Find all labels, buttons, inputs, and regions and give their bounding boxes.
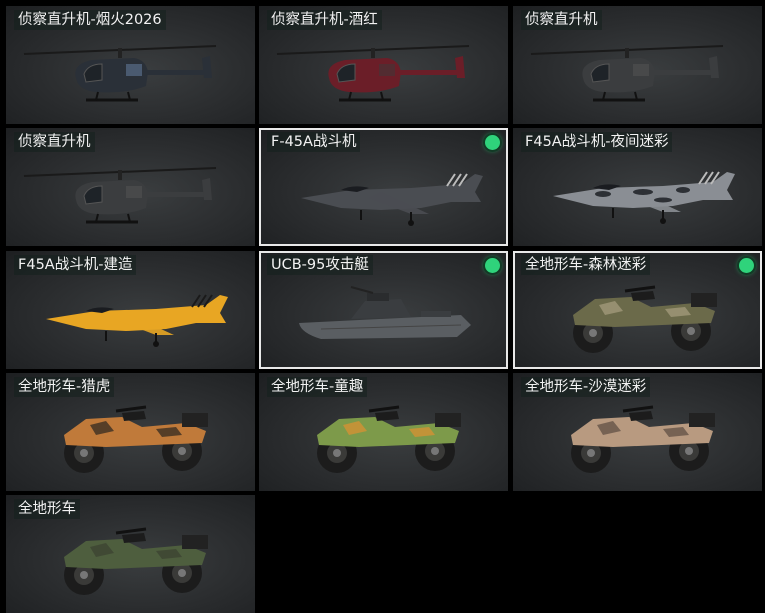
equipped-dot-icon xyxy=(739,258,754,273)
vehicle-title: 侦察直升机 xyxy=(521,10,602,30)
vehicle-title: 侦察直升机 xyxy=(14,132,95,152)
vehicle-card[interactable]: F-45A战斗机 xyxy=(259,128,508,246)
vehicle-grid: 侦察直升机-烟火2026 侦察直升机-酒红 侦察直升机 侦察直升机 F-45A战… xyxy=(0,0,765,613)
vehicle-title: 全地形车-沙漠迷彩 xyxy=(521,377,651,397)
vehicle-title: F-45A战斗机 xyxy=(267,132,361,152)
vehicle-card[interactable]: 侦察直升机 xyxy=(513,6,762,124)
vehicle-card[interactable]: 全地形车-森林迷彩 xyxy=(513,251,762,369)
vehicle-card[interactable]: 侦察直升机-烟火2026 xyxy=(6,6,255,124)
vehicle-title: 全地形车 xyxy=(14,499,80,519)
vehicle-card[interactable]: 全地形车-猎虎 xyxy=(6,373,255,491)
vehicle-title: 全地形车-猎虎 xyxy=(14,377,115,397)
equipped-dot-icon xyxy=(485,258,500,273)
vehicle-card[interactable]: 全地形车-童趣 xyxy=(259,373,508,491)
vehicle-card[interactable]: 全地形车-沙漠迷彩 xyxy=(513,373,762,491)
vehicle-card[interactable]: UCB-95攻击艇 xyxy=(259,251,508,369)
vehicle-title: 全地形车-森林迷彩 xyxy=(521,255,651,275)
vehicle-title: 侦察直升机-酒红 xyxy=(267,10,382,30)
vehicle-card[interactable]: F45A战斗机-建造 xyxy=(6,251,255,369)
vehicle-title: F45A战斗机-夜间迷彩 xyxy=(521,132,673,152)
equipped-dot-icon xyxy=(485,135,500,150)
vehicle-card[interactable]: 侦察直升机 xyxy=(6,128,255,246)
vehicle-card[interactable]: F45A战斗机-夜间迷彩 xyxy=(513,128,762,246)
vehicle-title: 侦察直升机-烟火2026 xyxy=(14,10,166,30)
vehicle-title: F45A战斗机-建造 xyxy=(14,255,137,275)
vehicle-card[interactable]: 全地形车 xyxy=(6,495,255,613)
vehicle-title: UCB-95攻击艇 xyxy=(267,255,373,275)
vehicle-card[interactable]: 侦察直升机-酒红 xyxy=(259,6,508,124)
vehicle-title: 全地形车-童趣 xyxy=(267,377,368,397)
